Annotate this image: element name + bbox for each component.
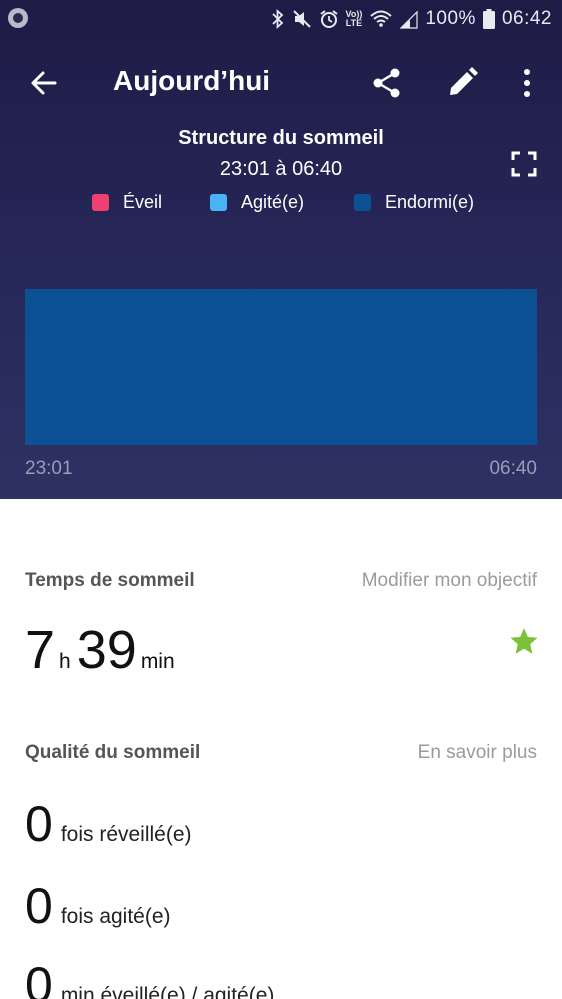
legend-swatch xyxy=(354,194,371,211)
stat-text: min éveillé(e) / agité(e) xyxy=(60,984,275,999)
screen: Vo)) LTE 100% 06:42 Aujourd’hui Structur… xyxy=(0,0,562,999)
status-bar: Vo)) LTE 100% 06:42 xyxy=(0,0,562,38)
minutes-unit: min xyxy=(140,650,175,673)
legend-label: Éveil xyxy=(123,192,163,212)
stat-text: fois réveillé(e) xyxy=(60,823,192,846)
clock: 06:42 xyxy=(501,8,552,29)
star-icon xyxy=(510,628,538,654)
x-tick-label-0: 23:01 xyxy=(25,458,73,479)
fullscreen-icon xyxy=(511,151,537,177)
chart-time-range: 23:01 à 06:40 xyxy=(219,158,343,180)
chart-legend: Éveil Agité(e) Endormi(e) xyxy=(0,192,562,218)
signal-icon xyxy=(400,10,418,29)
edit-goal-link[interactable]: Modifier mon objectif xyxy=(362,570,537,592)
pencil-icon xyxy=(450,67,478,95)
sleep-hours: 7 xyxy=(25,620,56,680)
battery-level: 100% xyxy=(425,8,476,29)
fullscreen-button[interactable] xyxy=(508,148,540,180)
stat-awake-count: 0 fois réveillé(e) xyxy=(25,794,192,854)
more-options-button[interactable] xyxy=(506,62,548,104)
legend-swatch xyxy=(92,194,109,211)
sleep-quality-label: Qualité du sommeil xyxy=(25,742,201,763)
learn-more-link[interactable]: En savoir plus xyxy=(418,742,537,764)
page-title: Aujourd’hui xyxy=(113,65,271,96)
chart-title: Structure du sommeil xyxy=(178,127,384,149)
legend-label: Agité(e) xyxy=(241,192,305,212)
more-vert-icon xyxy=(524,69,530,97)
alarm-icon xyxy=(319,10,338,28)
mute-icon xyxy=(292,10,311,28)
stat-text: fois agité(e) xyxy=(60,905,171,928)
x-tick-label-1: 06:40 xyxy=(489,458,537,479)
sleep-quality-header: Qualité du sommeil En savoir plus xyxy=(25,742,537,772)
legend-item-endormi: Endormi(e) xyxy=(354,192,474,213)
shazam-icon xyxy=(8,8,28,28)
stat-value: 0 xyxy=(25,796,53,852)
sleep-minutes: 39 xyxy=(76,620,137,680)
app-bar: Aujourd’hui xyxy=(0,52,562,112)
volte-line2: LTE xyxy=(345,18,363,28)
edit-button[interactable] xyxy=(441,62,483,104)
sleep-time-label: Temps de sommeil xyxy=(25,570,195,591)
stat-restless-count: 0 fois agité(e) xyxy=(25,876,171,936)
sleep-time-header: Temps de sommeil Modifier mon objectif xyxy=(25,570,537,600)
sleep-duration: 7 h 39 min xyxy=(25,618,181,682)
arrow-left-icon xyxy=(31,71,57,95)
stat-value: 0 xyxy=(25,878,53,934)
stat-awake-restless-minutes: 0 min éveillé(e) / agité(e) xyxy=(25,955,274,999)
legend-swatch xyxy=(210,194,227,211)
back-button[interactable] xyxy=(24,62,66,104)
legend-item-agite: Agité(e) xyxy=(210,192,304,213)
legend-label: Endormi(e) xyxy=(385,192,475,212)
sleep-header: Vo)) LTE 100% 06:42 Aujourd’hui Structur… xyxy=(0,0,562,499)
share-button[interactable] xyxy=(366,62,408,104)
bluetooth-icon xyxy=(271,9,283,29)
battery-icon xyxy=(482,9,495,29)
volte-indicator: Vo)) LTE xyxy=(346,10,363,28)
status-icons: Vo)) LTE 100% 06:42 xyxy=(271,6,552,32)
sleep-segment-0[interactable] xyxy=(25,289,537,445)
hours-unit: h xyxy=(59,650,71,673)
share-icon xyxy=(373,68,400,98)
legend-item-eveil: Éveil xyxy=(92,192,162,213)
sleep-stages-chart[interactable]: 23:01 06:40 xyxy=(0,270,562,490)
wifi-icon xyxy=(370,10,393,27)
stat-value: 0 xyxy=(25,957,53,999)
